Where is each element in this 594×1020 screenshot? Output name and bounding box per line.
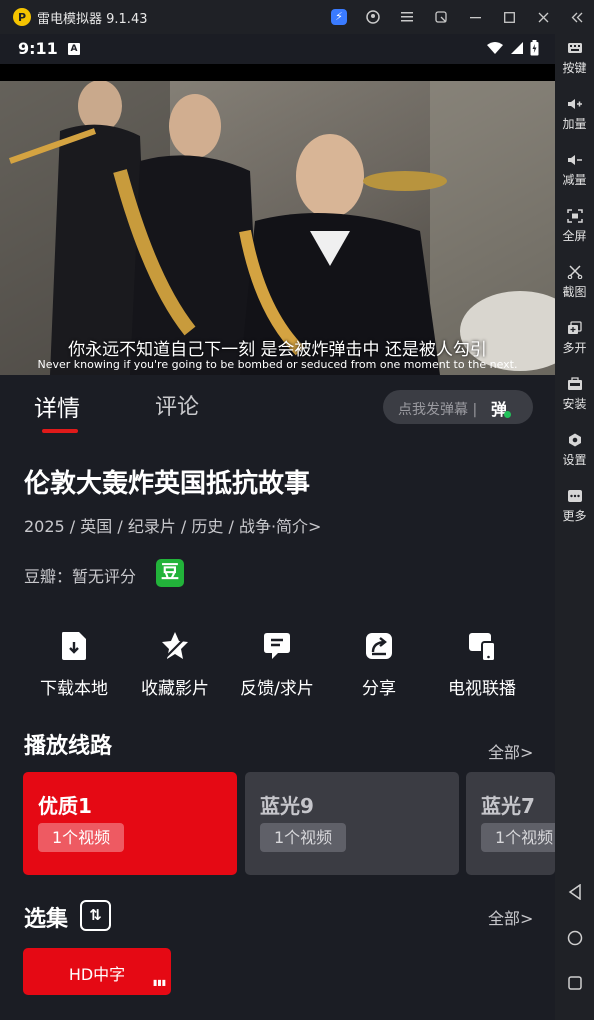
episode-label: HD中字	[68, 965, 126, 984]
emulator-titlebar: P 雷电模拟器 9.1.43 ⚡	[0, 0, 594, 34]
sort-order-icon[interactable]: ⇅	[80, 900, 111, 931]
routes-more-link[interactable]: 全部>	[488, 739, 533, 763]
route-card-selected[interactable]: 优质1 1个视频	[23, 772, 237, 875]
sidebar-item-label: 减量	[562, 173, 587, 187]
tv-cast-icon	[469, 633, 496, 662]
favorite-button[interactable]: 收藏影片	[137, 630, 213, 699]
emulator-title: 雷电模拟器 9.1.43	[37, 11, 148, 27]
status-bar: 9:11 A	[0, 34, 555, 64]
route-count-badge: 1个视频	[481, 823, 555, 852]
route-name: 优质1	[38, 794, 92, 818]
sidebar-item-label: 全屏	[562, 229, 587, 243]
episode-button-selected[interactable]: HD中字 ▮▮▮	[23, 948, 171, 995]
menu-icon[interactable]	[390, 0, 424, 34]
sidebar-item-install[interactable]: 安装	[555, 377, 594, 412]
video-frame	[0, 81, 555, 375]
route-card[interactable]: 蓝光9 1个视频	[245, 772, 459, 875]
emulator-logo-icon: P	[13, 8, 31, 26]
playing-indicator-icon: ▮▮▮	[153, 978, 167, 987]
danmu-status-dot	[504, 411, 511, 418]
sidebar-item-fullscreen[interactable]: 全屏	[555, 209, 594, 244]
account-icon[interactable]	[356, 0, 390, 34]
douban-rating: 豆瓣：暂无评分	[24, 567, 137, 586]
action-label: 反馈/求片	[240, 679, 314, 699]
sidebar-item-label: 加量	[562, 117, 587, 131]
route-name: 蓝光9	[260, 794, 314, 818]
episodes-section-title: 选集	[24, 907, 69, 932]
volume-down-icon	[567, 155, 582, 165]
action-label: 收藏影片	[141, 679, 209, 699]
volume-up-icon	[567, 99, 582, 109]
routes-section-title: 播放线路	[24, 734, 113, 759]
share-button[interactable]: 分享	[346, 630, 412, 699]
recents-icon[interactable]	[555, 975, 594, 994]
minimize-icon[interactable]	[458, 0, 492, 34]
sidebar-item-label: 设置	[562, 453, 587, 467]
sidebar-item-more[interactable]: 更多	[555, 489, 594, 524]
collapse-icon[interactable]	[560, 0, 594, 34]
screenshot-icon	[567, 265, 582, 279]
sidebar-item-label: 按键	[562, 61, 587, 75]
sidebar-item-label: 多开	[562, 341, 587, 355]
douban-icon[interactable]: 豆	[156, 559, 184, 587]
route-count-badge: 1个视频	[38, 823, 125, 852]
feedback-icon	[264, 633, 290, 659]
status-time: 9:11	[18, 39, 58, 58]
favorite-icon	[162, 632, 188, 659]
video-title: 伦敦大轰炸英国抵抗故事	[24, 469, 311, 499]
detail-tabs: 详情 评论 点我发弹幕 | 弹	[0, 375, 555, 435]
multi-instance-icon	[567, 321, 582, 334]
tab-details[interactable]: 详情	[34, 389, 80, 423]
settings-icon	[568, 433, 581, 447]
sidebar-item-label: 更多	[562, 509, 587, 523]
tv-cast-button[interactable]: 电视联播	[444, 630, 520, 699]
sidebar-item-volume-up[interactable]: 加量	[555, 97, 594, 132]
sidebar-item-volume-down[interactable]: 减量	[555, 153, 594, 188]
episodes-more-link[interactable]: 全部>	[488, 905, 533, 929]
sidebar-item-label: 截图	[562, 285, 587, 299]
video-meta[interactable]: 2025 / 英国 / 纪录片 / 历史 / 战争·简介>	[24, 513, 321, 537]
apk-install-icon	[567, 377, 582, 390]
battery-icon	[530, 40, 539, 56]
video-player[interactable]: 你永远不知道自己下一刻 是会被炸弹击中 还是被人勾引 Never knowing…	[0, 64, 555, 375]
sidebar-item-multi-instance[interactable]: 多开	[555, 321, 594, 356]
more-icon	[567, 490, 582, 502]
keyboard-icon	[567, 43, 582, 53]
share-icon	[366, 633, 392, 659]
fullscreen-icon	[566, 209, 583, 223]
download-icon	[62, 632, 86, 660]
download-button[interactable]: 下载本地	[36, 630, 112, 699]
close-icon[interactable]	[526, 0, 560, 34]
tab-active-indicator	[42, 429, 78, 433]
sidebar-item-keys[interactable]: 按键	[555, 41, 594, 76]
action-label: 下载本地	[40, 679, 108, 699]
notification-icon: A	[68, 43, 80, 55]
route-count-badge: 1个视频	[260, 823, 347, 852]
sidebar-item-screenshot[interactable]: 截图	[555, 265, 594, 300]
route-card[interactable]: 蓝光7 1个视频	[466, 772, 555, 875]
danmu-input[interactable]: 点我发弹幕 | 弹	[383, 390, 533, 424]
wifi-icon	[487, 42, 503, 54]
sidebar-item-settings[interactable]: 设置	[555, 433, 594, 468]
sync-icon[interactable]: ⚡	[322, 0, 356, 34]
emulator-sidebar: 按键 加量 减量 全屏 截图 多开 安装 设置 更多	[555, 34, 594, 1020]
route-name: 蓝光7	[481, 794, 535, 818]
feedback-button[interactable]: 反馈/求片	[236, 630, 318, 699]
subtitle-english: Never knowing if you're going to be bomb…	[37, 358, 518, 371]
tab-comments[interactable]: 评论	[155, 389, 199, 421]
danmu-placeholder: 点我发弹幕 |	[398, 402, 478, 418]
home-icon[interactable]	[555, 930, 594, 950]
popout-icon[interactable]	[424, 0, 458, 34]
subtitle-chinese: 你永远不知道自己下一刻 是会被炸弹击中 还是被人勾引	[68, 340, 487, 360]
sidebar-item-label: 安装	[562, 397, 587, 411]
back-icon[interactable]	[555, 883, 594, 904]
action-label: 电视联播	[448, 679, 516, 699]
action-label: 分享	[362, 679, 396, 699]
signal-icon	[511, 42, 523, 54]
maximize-icon[interactable]	[492, 0, 526, 34]
